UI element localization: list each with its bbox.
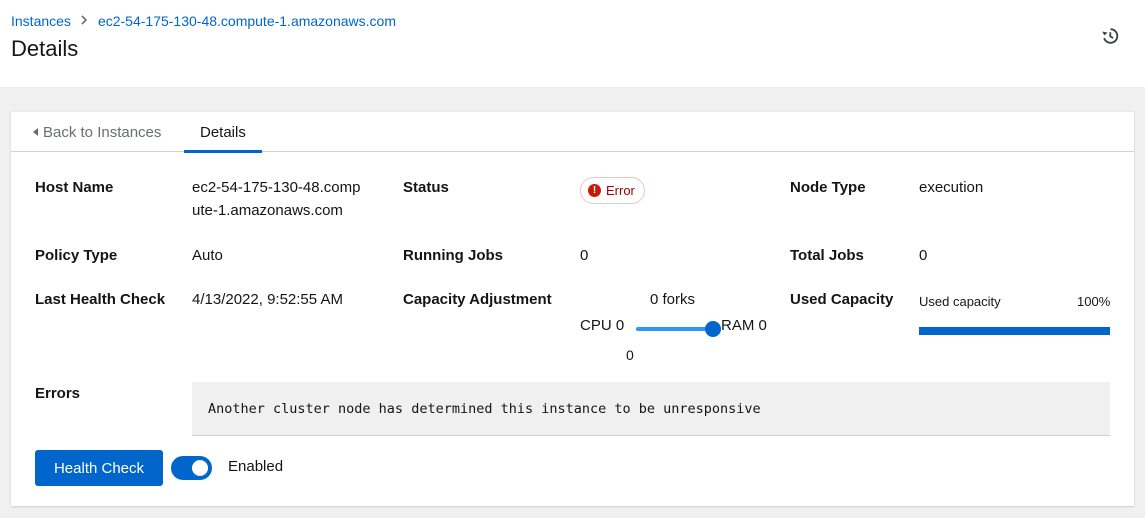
- running-jobs-label: Running Jobs: [403, 247, 503, 264]
- exclamation-circle-icon: !: [588, 184, 601, 197]
- caret-left-icon: [33, 128, 38, 136]
- status-label: Status: [403, 179, 449, 196]
- toggle-knob: [192, 460, 208, 476]
- capacity-slider-track[interactable]: [636, 327, 713, 331]
- history-icon[interactable]: [1101, 27, 1119, 45]
- slider-value: 0: [626, 347, 634, 363]
- enabled-toggle-label: Enabled: [228, 458, 284, 475]
- used-capacity-caption: Used capacity: [919, 294, 1001, 309]
- tab-details[interactable]: Details: [184, 112, 262, 153]
- ram-value: RAM 0: [721, 317, 767, 334]
- status-value: Error: [606, 183, 635, 198]
- node-type-value: execution: [919, 179, 984, 196]
- chevron-right-icon: [81, 14, 88, 28]
- page-header: Instances ec2-54-175-130-48.compute-1.am…: [0, 0, 1145, 87]
- node-type-label: Node Type: [790, 179, 866, 196]
- used-capacity-percent: 100%: [1077, 294, 1111, 309]
- breadcrumb-current-instance[interactable]: ec2-54-175-130-48.compute-1.amazonaws.co…: [98, 13, 396, 29]
- enabled-toggle[interactable]: [171, 456, 212, 480]
- tab-details-label: Details: [200, 123, 246, 141]
- breadcrumb-instances-link[interactable]: Instances: [11, 13, 71, 29]
- running-jobs-value: 0: [580, 247, 589, 264]
- cpu-value: CPU 0: [580, 317, 625, 334]
- tab-bar: Back to Instances Details: [11, 112, 1134, 153]
- used-capacity-progress-bar: [919, 327, 1110, 335]
- breadcrumb: Instances ec2-54-175-130-48.compute-1.am…: [11, 13, 396, 29]
- host-name-value: ec2-54-175-130-48.comp ute-1.amazonaws.c…: [192, 176, 360, 222]
- used-capacity-label: Used Capacity: [790, 291, 894, 308]
- capacity-slider-thumb[interactable]: [705, 321, 721, 337]
- policy-type-value: Auto: [192, 247, 223, 264]
- errors-textarea[interactable]: Another cluster node has determined this…: [192, 382, 1110, 436]
- host-name-label: Host Name: [35, 179, 114, 196]
- instance-details-card: Back to Instances Details Host Name ec2-…: [11, 112, 1134, 506]
- used-capacity-progress-fill: [919, 327, 1110, 335]
- host-name-line-2: ute-1.amazonaws.com: [192, 202, 343, 219]
- errors-label: Errors: [35, 385, 81, 402]
- capacity-adjustment-label: Capacity Adjustment: [403, 291, 552, 308]
- tab-back-label: Back to Instances: [43, 123, 162, 141]
- total-jobs-value: 0: [919, 247, 928, 264]
- last-health-check-label: Last Health Check: [35, 291, 166, 308]
- policy-type-label: Policy Type: [35, 247, 118, 264]
- last-health-check-value: 4/13/2022, 9:52:55 AM: [192, 291, 343, 308]
- tab-back-to-instances[interactable]: Back to Instances: [17, 112, 177, 152]
- status-badge: ! Error: [580, 177, 645, 204]
- total-jobs-label: Total Jobs: [790, 247, 864, 264]
- page-title: Details: [11, 36, 79, 61]
- forks-value: 0 forks: [650, 291, 696, 308]
- health-check-button[interactable]: Health Check: [35, 450, 163, 486]
- host-name-line-1: ec2-54-175-130-48.comp: [192, 179, 361, 196]
